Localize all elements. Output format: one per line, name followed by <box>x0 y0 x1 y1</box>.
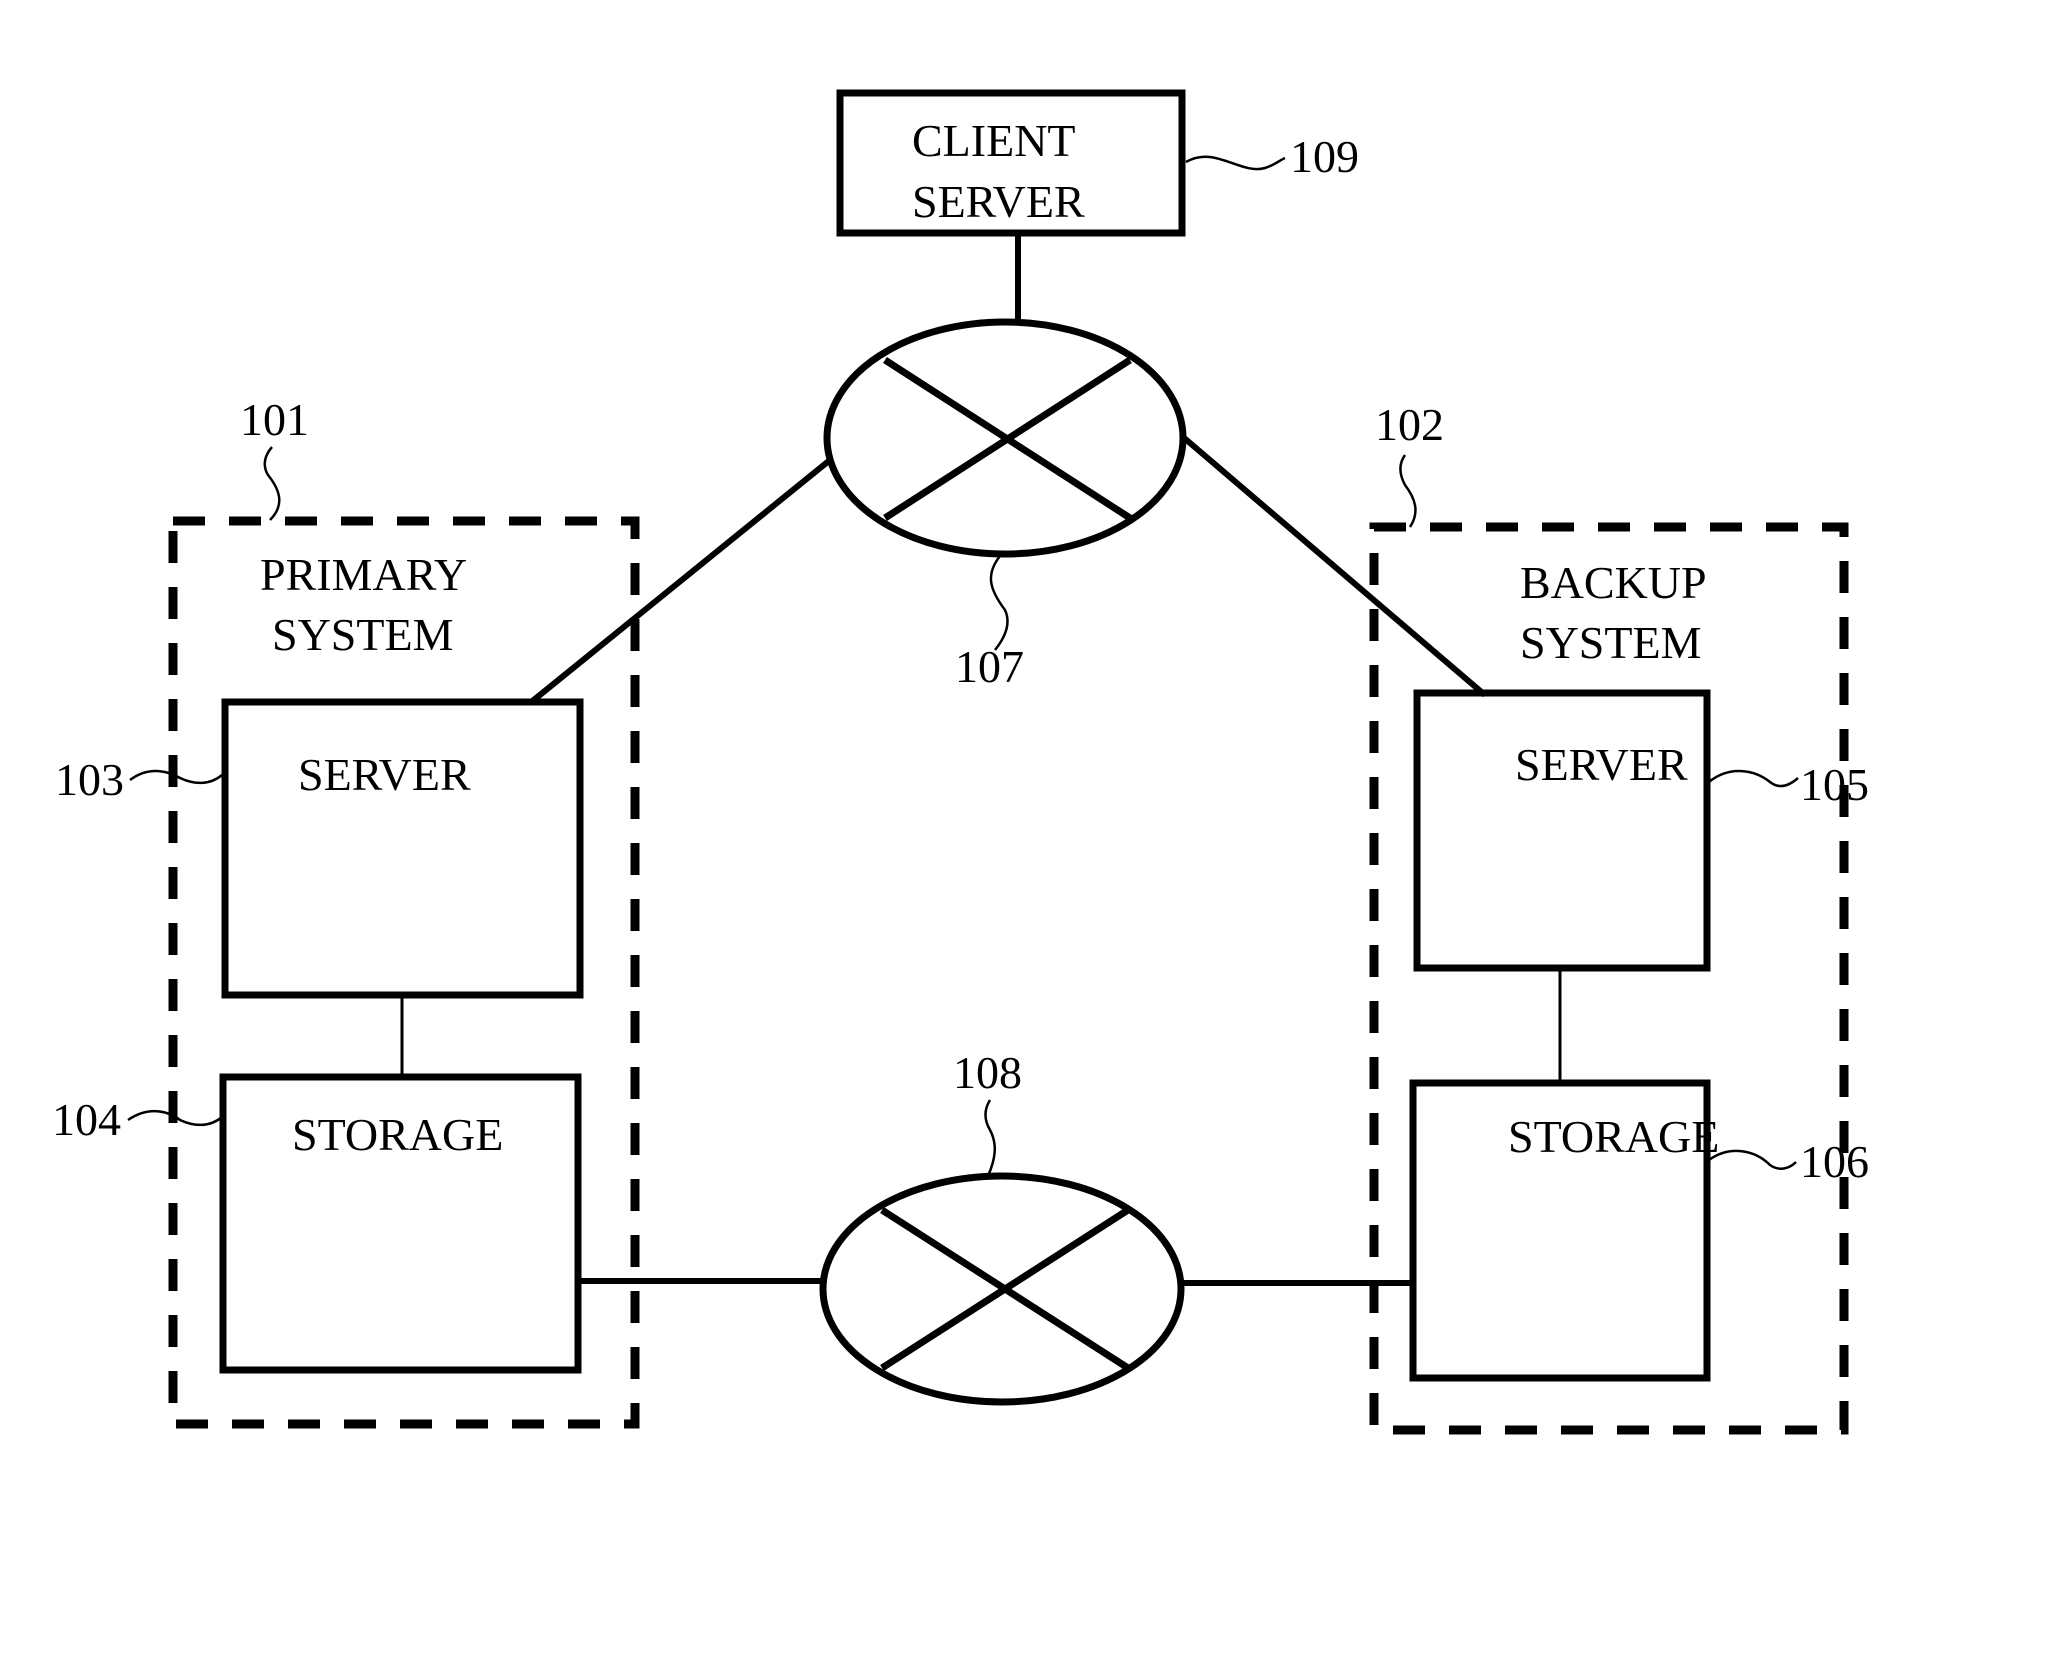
system-diagram: CLIENT SERVER 109 107 PRIMARY SYSTEM 101… <box>52 89 1869 1435</box>
primary-server-box <box>221 698 584 999</box>
ref-103: 103 <box>55 754 124 805</box>
leader-108 <box>984 1099 996 1177</box>
network-bottom-icon <box>819 1172 1185 1406</box>
leader-102 <box>1399 454 1417 528</box>
ref-104: 104 <box>52 1094 121 1145</box>
primary-system-label-line2: SYSTEM <box>272 609 453 660</box>
ref-106: 106 <box>1800 1136 1869 1187</box>
primary-storage-label: STORAGE <box>292 1109 503 1160</box>
backup-server-box <box>1413 689 1711 972</box>
primary-system-label-line1: PRIMARY <box>260 549 467 600</box>
ref-105: 105 <box>1800 759 1869 810</box>
backup-storage-label: STORAGE <box>1508 1111 1719 1162</box>
ref-102: 102 <box>1375 399 1444 450</box>
link-network-backup-server <box>1181 434 1487 698</box>
primary-server-label: SERVER <box>298 749 471 800</box>
leader-106 <box>1708 1149 1797 1170</box>
client-server-label-line1: CLIENT <box>912 115 1076 166</box>
ref-109: 109 <box>1290 131 1359 182</box>
network-top-icon <box>823 318 1187 558</box>
leader-105 <box>1708 769 1799 788</box>
backup-system-label-line1: BACKUP <box>1520 557 1707 608</box>
backup-server-label: SERVER <box>1515 739 1688 790</box>
link-network-primary-server <box>528 457 832 706</box>
leader-109 <box>1185 155 1286 171</box>
ref-107: 107 <box>955 641 1024 692</box>
ref-108: 108 <box>953 1047 1022 1098</box>
backup-system-label-line2: SYSTEM <box>1520 617 1701 668</box>
leader-107 <box>989 555 1009 651</box>
leader-101 <box>263 446 281 521</box>
ref-101: 101 <box>240 394 309 445</box>
client-server-label-line2: SERVER <box>912 176 1085 227</box>
